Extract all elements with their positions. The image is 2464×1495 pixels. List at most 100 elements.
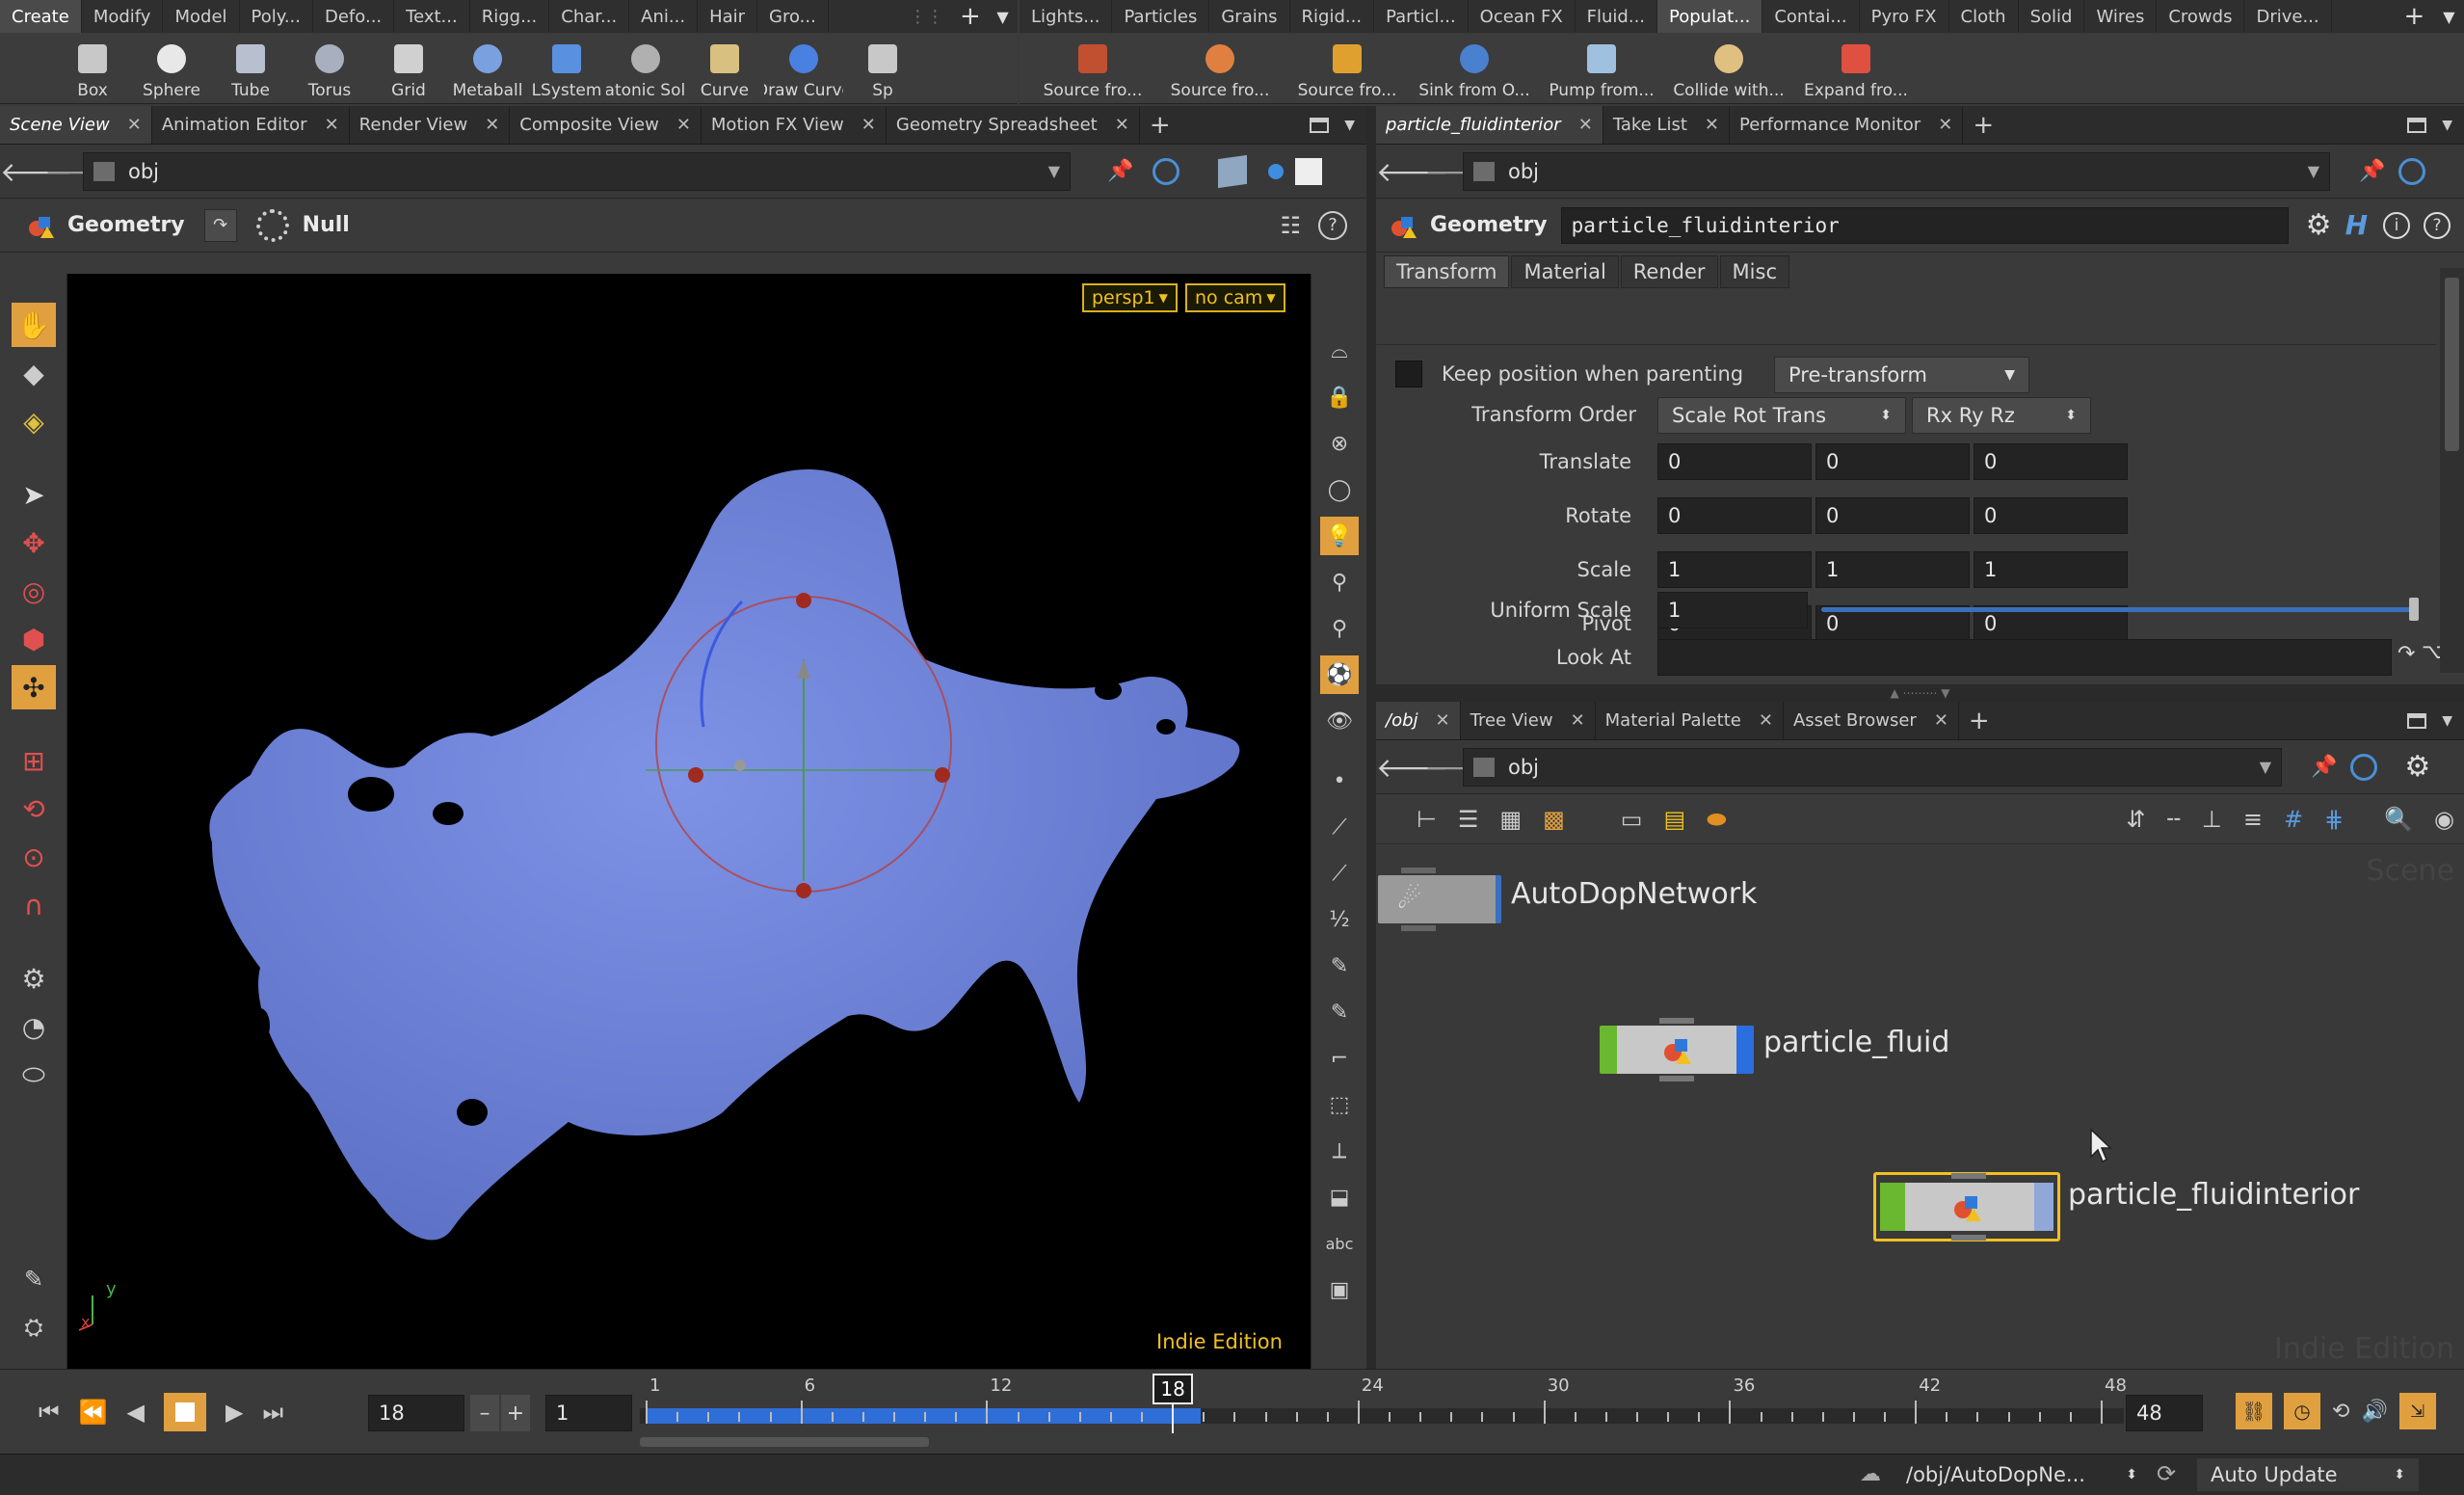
node-output[interactable]	[1659, 1076, 1694, 1081]
shelf-menu-icon[interactable]: ▼	[996, 8, 1008, 26]
axis-icon[interactable]: ⟂	[1320, 1132, 1359, 1170]
loop-icon[interactable]: ⟲	[2332, 1400, 2349, 1424]
eye-icon[interactable]: 👁	[1320, 702, 1359, 740]
close-icon[interactable]: ✕	[1578, 115, 1593, 135]
close-icon[interactable]: ✕	[1759, 710, 1773, 731]
shelf-tab-contai[interactable]: Contai...	[1762, 0, 1860, 33]
range-slider[interactable]	[640, 1437, 929, 1447]
list-icon[interactable]: ☰	[1458, 806, 1479, 833]
end-frame-field[interactable]: 48	[2126, 1395, 2203, 1431]
add-tab-icon[interactable]: +	[1963, 106, 2003, 144]
jump-start-icon[interactable]: ⏮	[39, 1399, 60, 1426]
shelf-tool-source-fro[interactable]: Source fro...	[1156, 40, 1284, 100]
keep-position-menu[interactable]: Pre-transform ▼	[1774, 357, 2029, 393]
node-particle-fluidinterior[interactable]	[1873, 1172, 2060, 1241]
maximize-icon[interactable]	[2407, 712, 2427, 729]
step-field[interactable]: 1	[545, 1395, 632, 1431]
frame-decrement-button[interactable]: –	[470, 1395, 499, 1431]
shelf-tab-char[interactable]: Char...	[549, 0, 630, 33]
pane-tab-scene-view[interactable]: Scene View ✕	[0, 106, 152, 144]
close-icon[interactable]: ✕	[127, 115, 142, 135]
node-input[interactable]	[1659, 1018, 1694, 1024]
gear-icon[interactable]: ⚙	[2404, 750, 2430, 784]
shelf-tab-text[interactable]: Text...	[394, 0, 470, 33]
light-icon[interactable]: 💡	[1320, 517, 1359, 555]
timeline-ruler[interactable]: 1 6 12 24 30 36 42 48 18	[640, 1374, 2127, 1433]
look-at-field[interactable]	[1657, 639, 2392, 676]
render-region-icon[interactable]: ◔	[12, 1004, 56, 1049]
crop-icon[interactable]: ⬚	[1320, 1085, 1359, 1124]
chevron-down-icon[interactable]: ▼	[2308, 162, 2319, 180]
close-icon[interactable]: ✕	[861, 115, 876, 135]
shelf-tab-rigid[interactable]: Rigid...	[1290, 0, 1375, 33]
node-output[interactable]	[1401, 925, 1436, 931]
step-back-icon[interactable]: ⏪	[79, 1399, 108, 1426]
close-icon[interactable]: ✕	[676, 115, 691, 135]
pane-tab-take-list[interactable]: Take List ✕	[1603, 106, 1730, 144]
pane-tab-performance-monitor[interactable]: Performance Monitor ✕	[1730, 106, 1964, 144]
keys-icon[interactable]: ⛓	[2236, 1393, 2272, 1429]
pane-tab-material-palette[interactable]: Material Palette ✕	[1596, 702, 1784, 739]
point-icon[interactable]: •	[1320, 761, 1359, 800]
param-tab-material[interactable]: Material	[1511, 255, 1619, 288]
rotate-z-field[interactable]: 0	[1974, 497, 2128, 534]
shelf-tab-ani[interactable]: Ani...	[629, 0, 699, 33]
pane-menu-icon[interactable]: ▼	[1344, 118, 1355, 133]
rotate-x-field[interactable]: 0	[1657, 497, 1812, 534]
shelf-tool-pump-from[interactable]: Pump from...	[1538, 40, 1665, 100]
current-frame-marker[interactable]: 18	[1153, 1374, 1194, 1404]
pane-menu-icon[interactable]: ▼	[2442, 713, 2452, 729]
shelf-tab-particl[interactable]: Particl...	[1374, 0, 1469, 33]
close-icon[interactable]: ✕	[1115, 115, 1129, 135]
close-icon[interactable]: ✕	[1436, 710, 1450, 731]
rotate-y-field[interactable]: 0	[1815, 497, 1970, 534]
shelf-tool-source-fro[interactable]: Source fro...	[1284, 40, 1411, 100]
display-cube-icon[interactable]	[1218, 154, 1248, 188]
shelf-menu-icon[interactable]: ▼	[2443, 8, 2454, 26]
translate-z-field[interactable]: 0	[1974, 443, 2128, 480]
node-input[interactable]	[1401, 868, 1436, 873]
grid-snap-icon[interactable]: ⋕	[2324, 806, 2344, 833]
add-tab-icon[interactable]: +	[1959, 702, 2000, 739]
current-frame-field[interactable]: 18	[368, 1395, 464, 1431]
pin-icon[interactable]: 📌	[1107, 159, 1133, 183]
shelf-tab-rigg[interactable]: Rigg...	[470, 0, 550, 33]
paint-icon[interactable]: ✎	[1320, 993, 1359, 1031]
pane-tab-asset-browser[interactable]: Asset Browser ✕	[1784, 702, 1959, 739]
shelf-tab-drive[interactable]: Drive...	[2244, 0, 2332, 33]
pane-tab-motion-fx-view[interactable]: Motion FX View ✕	[702, 106, 887, 144]
link-icon[interactable]	[2350, 753, 2378, 781]
wire-icon[interactable]: ◯	[1320, 470, 1359, 509]
shelf-tab-grains[interactable]: Grains	[1209, 0, 1290, 33]
snap-icon[interactable]: ⊥	[2202, 806, 2222, 833]
info-icon[interactable]: i	[2383, 211, 2410, 239]
shelf-tab-poly[interactable]: Poly...	[240, 0, 313, 33]
shelf-toggle-icon[interactable]: ✎	[12, 1257, 56, 1301]
forward-arrow-icon[interactable]: 🡒	[44, 155, 117, 188]
viewport-icon[interactable]: ▣	[1320, 1270, 1359, 1309]
shelf-tab-lights[interactable]: Lights...	[1020, 0, 1113, 33]
param-tab-transform[interactable]: Transform	[1384, 255, 1510, 288]
param-scrollbar[interactable]	[2440, 268, 2464, 673]
close-icon[interactable]: ✕	[325, 115, 339, 135]
camera-menu[interactable]: persp1 ▼	[1082, 283, 1178, 312]
pane-divider[interactable]	[1366, 106, 1376, 1369]
shelf-tab-pyro-fx[interactable]: Pyro FX	[1860, 0, 1949, 33]
shelf-tool-tube[interactable]: Tube	[211, 40, 290, 100]
maximize-icon[interactable]	[2407, 117, 2427, 133]
chevron-down-icon[interactable]: ▼	[2260, 758, 2271, 776]
camera-icon[interactable]: ⚙	[12, 956, 56, 1001]
translate-x-field[interactable]: 0	[1657, 443, 1812, 480]
shelf-tool-lsystem[interactable]: LSystem	[527, 40, 606, 100]
move-icon[interactable]: ✥	[12, 521, 56, 565]
pane-tab-geometry-spreadsheet[interactable]: Geometry Spreadsheet ✕	[887, 106, 1140, 144]
close-icon[interactable]: ✕	[1571, 710, 1585, 731]
global-anim-icon[interactable]: ⇲	[2398, 1393, 2436, 1429]
texture-icon[interactable]: ⚽	[1320, 655, 1359, 694]
rotate-order-menu[interactable]: Rx Ry Rz ⬍	[1912, 397, 2091, 434]
param-tab-misc[interactable]: Misc	[1719, 255, 1789, 288]
flipbook-icon[interactable]: ⬭	[12, 1053, 56, 1097]
close-icon[interactable]: ✕	[1934, 710, 1948, 731]
shading-icon[interactable]: ⌓	[1320, 332, 1359, 370]
close-icon[interactable]: ✕	[485, 115, 499, 135]
